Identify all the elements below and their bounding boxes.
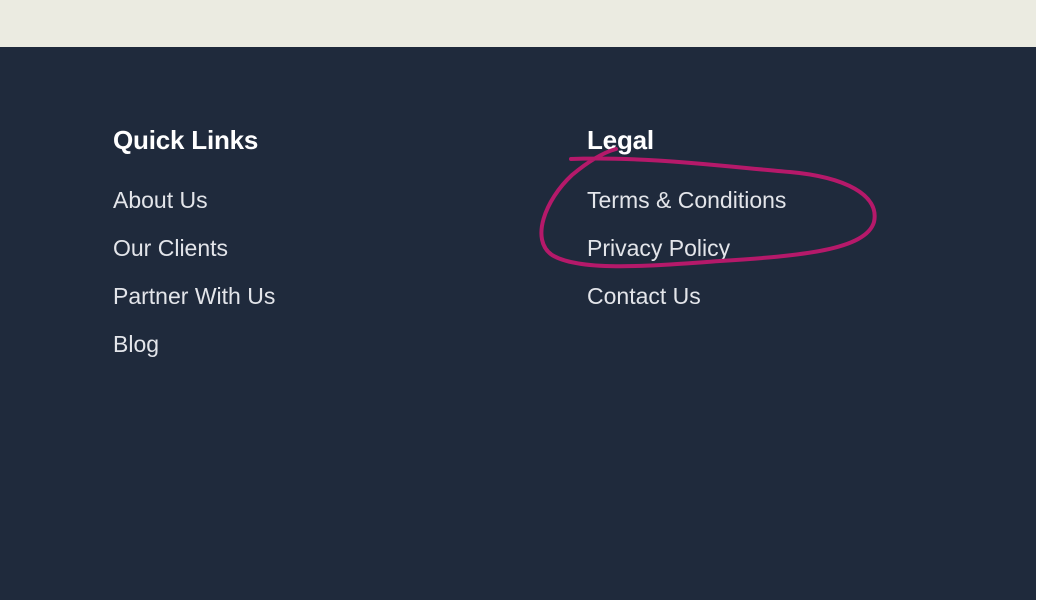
blog-link[interactable]: Blog <box>113 331 159 357</box>
list-item: About Us <box>113 185 275 233</box>
quick-links-heading: Quick Links <box>113 125 259 155</box>
partner-with-us-link[interactable]: Partner With Us <box>113 283 275 309</box>
list-item: Privacy Policy <box>587 233 786 281</box>
quick-links-column: Quick Links About Us Our Clients Partner… <box>113 123 275 377</box>
legal-links-list: Terms & Conditions Privacy Policy Contac… <box>587 185 786 329</box>
quick-links-list: About Us Our Clients Partner With Us Blo… <box>113 185 275 377</box>
page-content-area <box>0 0 1036 47</box>
terms-and-conditions-link[interactable]: Terms & Conditions <box>587 187 786 213</box>
list-item: Terms & Conditions <box>587 185 786 233</box>
contact-us-link[interactable]: Contact Us <box>587 283 701 309</box>
list-item: Partner With Us <box>113 281 275 329</box>
list-item: Our Clients <box>113 233 275 281</box>
site-footer: Quick Links About Us Our Clients Partner… <box>0 47 1036 600</box>
list-item: Blog <box>113 329 275 377</box>
legal-heading: Legal <box>587 125 654 155</box>
about-us-link[interactable]: About Us <box>113 187 208 213</box>
list-item: Contact Us <box>587 281 786 329</box>
privacy-policy-link[interactable]: Privacy Policy <box>587 235 730 261</box>
legal-column: Legal Terms & Conditions Privacy Policy … <box>587 123 786 329</box>
our-clients-link[interactable]: Our Clients <box>113 235 228 261</box>
